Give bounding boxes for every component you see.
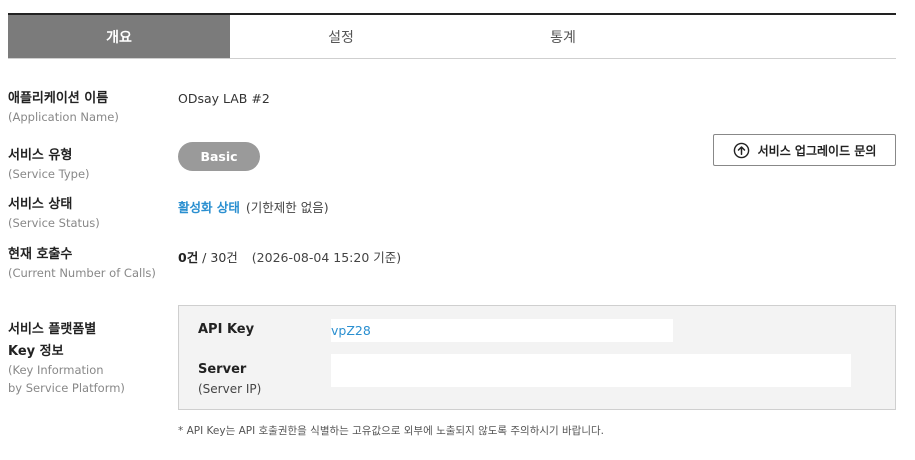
status-active-text: 활성화 상태 [178, 200, 240, 215]
app-name-label: 애플리케이션 이름 [8, 91, 109, 106]
app-name-value: ODsay LAB #2 [178, 91, 270, 106]
service-type-label-group: 서비스 유형 (Service Type) [8, 146, 90, 183]
upgrade-inquiry-button[interactable]: 서비스 업그레이드 문의 [713, 134, 896, 166]
api-key-field[interactable] [331, 319, 673, 342]
api-key-notice: * API Key는 API 호출권한을 식별하는 고유값으로 외부에 노출되지… [178, 425, 604, 437]
upgrade-inquiry-label: 서비스 업그레이드 문의 [757, 143, 877, 158]
key-info-label-group: 서비스 플랫폼별 Key 정보 (Key Information by Serv… [8, 320, 125, 397]
service-status-sublabel: (Service Status) [8, 216, 100, 230]
service-status-value: 활성화 상태 (기한제한 없음) [178, 197, 329, 216]
arrow-up-circle-icon [733, 142, 749, 158]
service-type-sublabel: (Service Type) [8, 167, 90, 181]
service-status-label-group: 서비스 상태 (Service Status) [8, 195, 100, 232]
tab-overview[interactable]: 개요 [8, 15, 230, 58]
calls-separator: / [198, 250, 211, 265]
calls-value: 0건 / 30건 (2026-08-04 15:20 기준) [178, 247, 401, 266]
key-info-box: API Key vpZ28 Server (Server IP) [178, 305, 896, 410]
app-name-sublabel: (Application Name) [8, 110, 119, 124]
calls-label-group: 현재 호출수 (Current Number of Calls) [8, 245, 156, 282]
server-ip-field[interactable] [331, 354, 851, 387]
key-info-sublabel-line2: by Service Platform) [8, 381, 125, 395]
app-name-label-group: 애플리케이션 이름 (Application Name) [8, 89, 119, 126]
service-type-label: 서비스 유형 [8, 148, 73, 163]
api-key-value[interactable]: vpZ28 [331, 323, 371, 338]
key-info-sublabel-line1: (Key Information [8, 363, 104, 377]
service-type-badge: Basic [178, 142, 260, 171]
tab-statistics[interactable]: 통계 [452, 15, 674, 58]
key-info-label-line1: 서비스 플랫폼별 [8, 322, 97, 337]
service-status-label: 서비스 상태 [8, 197, 73, 212]
calls-current: 0건 [178, 250, 199, 265]
calls-sublabel: (Current Number of Calls) [8, 266, 156, 280]
calls-date-note: (2026-08-04 15:20 기준) [251, 250, 402, 265]
tab-settings[interactable]: 설정 [230, 15, 452, 58]
calls-limit: 30건 [210, 250, 238, 265]
status-note-text: (기한제한 없음) [245, 200, 329, 215]
key-info-label-line2: Key 정보 [8, 344, 64, 359]
server-sublabel: (Server IP) [198, 382, 262, 396]
server-label: Server [198, 362, 247, 377]
api-key-label: API Key [198, 322, 255, 337]
calls-label: 현재 호출수 [8, 247, 73, 262]
tab-bar: 개요 설정 통계 [8, 13, 896, 59]
